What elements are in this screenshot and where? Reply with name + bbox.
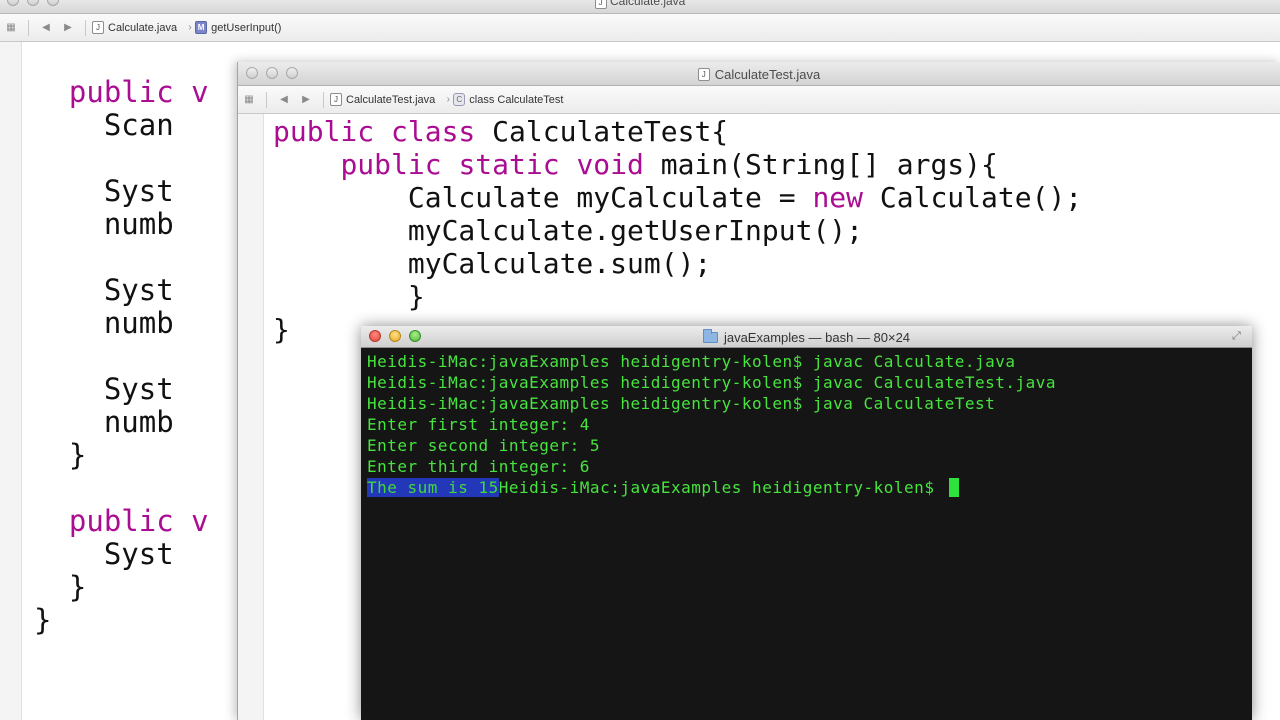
code-line: myCalculate.sum(); — [407, 247, 712, 280]
breadcrumb-file[interactable]: J CalculateTest.java — [330, 93, 435, 106]
breadcrumb-separator-icon: › — [446, 94, 450, 105]
code-line: public class CalculateTest{ — [273, 115, 729, 148]
text-cursor — [948, 478, 959, 497]
code-line: numb — [103, 306, 174, 340]
back-jump-bar: ▦ ◀ ▶ J Calculate.java › M getUserInput(… — [0, 14, 1280, 42]
back-arrow-icon[interactable]: ◀ — [273, 91, 295, 109]
folder-icon — [702, 329, 718, 343]
breadcrumb-separator-icon: › — [188, 22, 192, 33]
terminal-line: Heidis-iMac:javaExamples heidigentry-kol… — [367, 352, 1016, 371]
code-line: numb — [103, 405, 174, 439]
code-line: } — [68, 570, 87, 604]
related-files-icon[interactable]: ▦ — [238, 91, 260, 109]
shell-prompt: Heidis-iMac:javaExamples heidigentry-kol… — [498, 478, 945, 497]
java-file-icon: J — [697, 68, 710, 81]
front-jump-bar: ▦ ◀ ▶ J CalculateTest.java › C class Cal… — [238, 86, 1280, 114]
terminal-line: Enter second integer: 5 — [367, 436, 601, 455]
terminal-line: Enter third integer: 6 — [367, 457, 590, 476]
java-file-icon: J — [92, 21, 104, 34]
code-line: public v — [68, 75, 209, 109]
code-line: } — [68, 438, 87, 472]
code-line: } — [34, 603, 52, 637]
terminal-titlebar[interactable]: javaExamples — bash — 80×24 ⤢ — [361, 326, 1252, 348]
back-window-title: J Calculate.java — [0, 0, 1280, 9]
java-file-icon: J — [330, 93, 342, 106]
terminal-title: javaExamples — bash — 80×24 — [361, 329, 1252, 345]
terminal-line: Heidis-iMac:javaExamples heidigentry-kol… — [367, 394, 996, 413]
terminal-output[interactable]: Heidis-iMac:javaExamples heidigentry-kol… — [367, 351, 1056, 498]
back-editor-gutter — [0, 42, 22, 720]
code-line: Syst — [103, 273, 174, 307]
fullscreen-icon[interactable]: ⤢ — [1232, 330, 1246, 344]
forward-arrow-icon[interactable]: ▶ — [295, 91, 317, 109]
front-window-titlebar[interactable]: J CalculateTest.java — [238, 62, 1280, 86]
code-line: Syst — [103, 537, 174, 571]
related-files-icon[interactable]: ▦ — [0, 19, 22, 37]
front-editor-gutter — [238, 114, 264, 720]
terminal-window: javaExamples — bash — 80×24 ⤢ Heidis-iMa… — [361, 326, 1252, 720]
front-window-title: J CalculateTest.java — [238, 67, 1280, 82]
terminal-line: The sum is 15Heidis-iMac:javaExamples he… — [367, 477, 1056, 498]
back-code-area[interactable]: public v Scan Syst numb Syst numb Syst n… — [34, 76, 209, 637]
code-line: numb — [103, 207, 174, 241]
terminal-line: Heidis-iMac:javaExamples heidigentry-kol… — [367, 373, 1057, 392]
java-file-icon: J — [594, 0, 607, 9]
code-line: Calculate myCalculate = new Calculate(); — [407, 181, 1083, 214]
code-line: public static void main(String[] args){ — [340, 148, 998, 181]
terminal-line: Enter first integer: 4 — [367, 415, 590, 434]
code-line: Syst — [103, 372, 174, 406]
method-icon: M — [195, 21, 208, 34]
breadcrumb-class[interactable]: C class CalculateTest — [453, 93, 563, 106]
code-line: Scan — [103, 108, 174, 142]
back-window-titlebar[interactable]: J Calculate.java — [0, 0, 1280, 14]
forward-arrow-icon[interactable]: ▶ — [57, 19, 79, 37]
front-code-area[interactable]: public class CalculateTest{ public stati… — [273, 115, 1082, 346]
breadcrumb-method[interactable]: M getUserInput() — [195, 21, 281, 34]
code-line: myCalculate.getUserInput(); — [407, 214, 864, 247]
code-line: } — [407, 280, 425, 313]
class-icon: C — [453, 93, 466, 106]
back-arrow-icon[interactable]: ◀ — [35, 19, 57, 37]
breadcrumb-file[interactable]: J Calculate.java — [92, 21, 177, 34]
selected-text: The sum is 15 — [367, 478, 499, 497]
code-line: public v — [68, 504, 209, 538]
code-line: Syst — [103, 174, 174, 208]
